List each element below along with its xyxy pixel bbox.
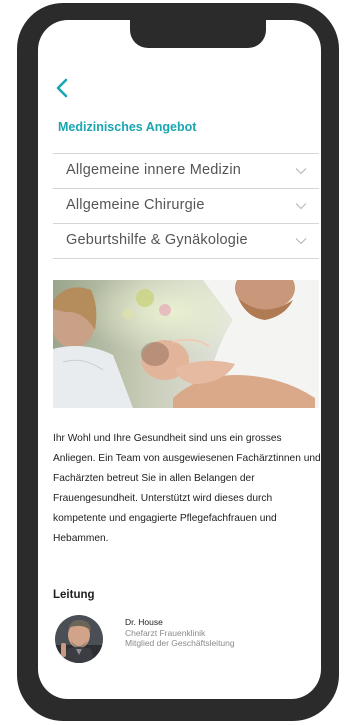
newborn-family-photo bbox=[53, 280, 319, 408]
intro-text: Ihr Wohl und Ihre Gesundheit sind uns ei… bbox=[53, 433, 321, 544]
person-role: Chefarzt Frauenklinik bbox=[125, 627, 206, 638]
person-name: Dr. House bbox=[125, 617, 163, 627]
accordion-list: Allgemeine innere Medizin Allgemeine Chi… bbox=[53, 153, 319, 259]
accordion-item-label: Geburtshilfe & Gynäkologie bbox=[66, 232, 248, 248]
accordion-item-label: Allgemeine innere Medizin bbox=[66, 162, 242, 178]
chevron-down-icon bbox=[295, 168, 307, 175]
page-content: Medizinisches Angebot Allgemeine innere … bbox=[38, 20, 321, 699]
accordion-item-label: Allgemeine Chirurgie bbox=[66, 197, 205, 213]
accordion-item-chirurgie[interactable]: Allgemeine Chirurgie bbox=[53, 188, 319, 223]
person-position: Mitglied der Geschäftsleitung bbox=[125, 638, 235, 648]
accordion-item-gynaekologie[interactable]: Geburtshilfe & Gynäkologie bbox=[53, 223, 319, 259]
chevron-left-icon[interactable] bbox=[53, 77, 71, 99]
chevron-down-icon bbox=[295, 203, 307, 210]
avatar bbox=[55, 615, 103, 663]
leitung-heading: Leitung bbox=[53, 589, 95, 601]
phone-screen: Medizinisches Angebot Allgemeine innere … bbox=[38, 20, 321, 699]
phone-frame: Medizinisches Angebot Allgemeine innere … bbox=[17, 3, 339, 721]
hero-image bbox=[53, 280, 319, 408]
person-info: Dr. House Chefarzt Frauenklinik Mitglied… bbox=[125, 617, 235, 649]
portrait-photo bbox=[55, 615, 103, 663]
chevron-down-icon bbox=[295, 238, 307, 245]
phone-notch bbox=[130, 17, 266, 48]
accordion-item-innere-medizin[interactable]: Allgemeine innere Medizin bbox=[53, 153, 319, 188]
page-title: Medizinisches Angebot bbox=[58, 120, 197, 134]
